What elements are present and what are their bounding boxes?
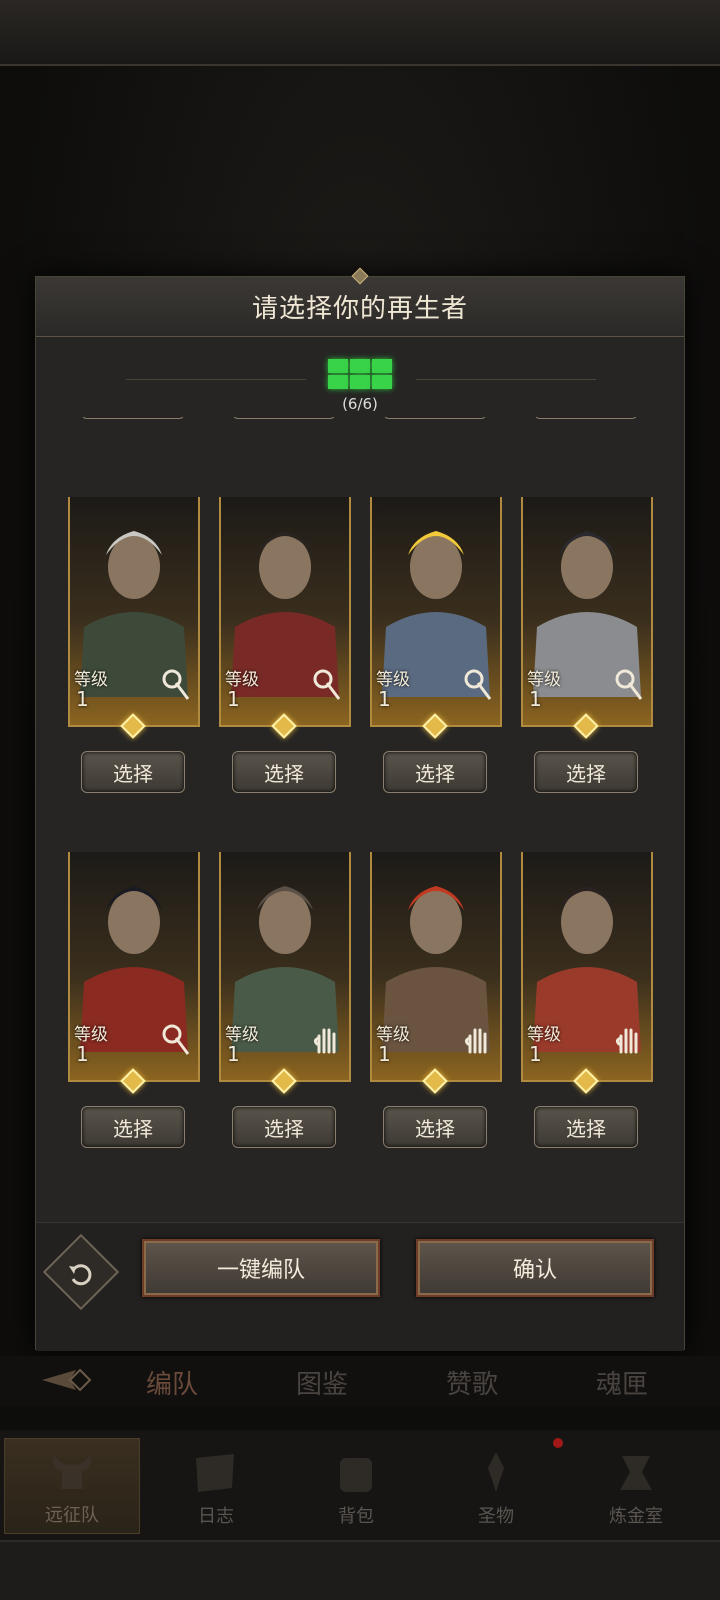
- divider-left: [126, 379, 306, 380]
- hero-slot[interactable]: 等级 1 选择: [521, 497, 653, 793]
- hero-slot[interactable]: 等级 1 选择: [68, 497, 200, 793]
- hand-icon: [464, 1028, 487, 1054]
- scroll-icon: [196, 1454, 234, 1492]
- selection-counter: (6/6): [36, 359, 684, 419]
- hero-card[interactable]: 等级 1: [68, 497, 200, 727]
- hero-card[interactable]: 等级 1: [219, 497, 351, 727]
- nav-label: 炼金室: [609, 1506, 663, 1527]
- nav-label: 日志: [198, 1506, 234, 1527]
- back-arrow-icon[interactable]: [40, 1364, 104, 1396]
- nav-backpack[interactable]: 背包: [288, 1438, 424, 1534]
- notification-dot: [553, 1438, 563, 1448]
- helmet-icon: [53, 1455, 91, 1489]
- staff-icon: [162, 669, 190, 700]
- select-button[interactable]: 选择: [81, 751, 185, 793]
- hand-icon: [313, 1028, 336, 1054]
- select-button[interactable]: 选择: [81, 417, 185, 419]
- select-button[interactable]: 选择: [383, 751, 487, 793]
- hero-card[interactable]: 等级 1: [370, 497, 502, 727]
- hero-list[interactable]: 选择 选择 选择 选择 等级1选择等级1选择等级1选择等级1选择等级1选择等级1…: [36, 417, 684, 1222]
- select-button[interactable]: 选择: [232, 417, 336, 419]
- hero-card[interactable]: 等级 1: [521, 497, 653, 727]
- select-button[interactable]: 选择: [534, 417, 638, 419]
- nav-journal[interactable]: 日志: [148, 1438, 284, 1534]
- nav-relics[interactable]: 圣物: [428, 1438, 564, 1534]
- confirm-button[interactable]: 确认: [416, 1239, 654, 1297]
- hero-slot[interactable]: 等级 1 选择: [68, 852, 200, 1148]
- level-value: 1: [529, 1042, 542, 1066]
- partial-hero-row: 选择 选择 选择 选择: [36, 417, 684, 427]
- bag-icon: [340, 1458, 372, 1492]
- bottom-navigation: 远征队 日志 背包 圣物 炼金室: [0, 1430, 720, 1540]
- dialog-title: 请选择你的再生者: [251, 294, 468, 324]
- select-button[interactable]: 选择: [383, 417, 487, 419]
- staff-icon: [615, 669, 643, 700]
- tab-soul-box[interactable]: 魂匣: [596, 1364, 648, 1401]
- dialog-header: 请选择你的再生者: [36, 267, 684, 337]
- tab-codex[interactable]: 图鉴: [296, 1364, 348, 1401]
- nav-label: 背包: [338, 1506, 374, 1527]
- level-value: 1: [76, 687, 89, 711]
- hero-slot[interactable]: 等级 1 选择: [370, 852, 502, 1148]
- hero-slot[interactable]: 等级 1 选择: [219, 497, 351, 793]
- hero-card[interactable]: 等级 1: [370, 852, 502, 1082]
- select-button[interactable]: 选择: [232, 1106, 336, 1148]
- level-value: 1: [227, 687, 240, 711]
- auto-team-button[interactable]: 一键编队: [142, 1239, 380, 1297]
- hero-slot[interactable]: 等级 1 选择: [370, 497, 502, 793]
- staff-icon: [313, 669, 341, 700]
- hero-slot[interactable]: 等级 1 选择: [521, 852, 653, 1148]
- hero-card[interactable]: 等级 1: [68, 852, 200, 1082]
- footer-bar: [0, 1540, 720, 1600]
- tab-team[interactable]: 编队: [146, 1364, 198, 1401]
- level-value: 1: [76, 1042, 89, 1066]
- select-button[interactable]: 选择: [534, 1106, 638, 1148]
- hero-card[interactable]: 等级 1: [219, 852, 351, 1082]
- team-slots-icon: [326, 359, 396, 395]
- level-value: 1: [529, 687, 542, 711]
- nav-expedition[interactable]: 远征队: [4, 1438, 140, 1534]
- relic-icon: [488, 1452, 504, 1492]
- nav-alchemy[interactable]: 炼金室: [568, 1438, 704, 1534]
- sub-tabs: 编队 图鉴 赞歌 魂匣: [0, 1356, 720, 1406]
- nav-label: 圣物: [478, 1506, 514, 1527]
- undo-icon: [69, 1264, 92, 1286]
- nav-label: 远征队: [45, 1505, 99, 1526]
- top-bar: [0, 0, 720, 66]
- alchemy-icon: [620, 1456, 652, 1490]
- hand-icon: [615, 1028, 638, 1054]
- select-button[interactable]: 选择: [383, 1106, 487, 1148]
- level-value: 1: [378, 687, 391, 711]
- select-button[interactable]: 选择: [81, 1106, 185, 1148]
- select-button[interactable]: 选择: [534, 751, 638, 793]
- level-value: 1: [378, 1042, 391, 1066]
- divider-right: [416, 379, 596, 380]
- selection-count: (6/6): [342, 395, 378, 413]
- tab-hymn[interactable]: 赞歌: [446, 1364, 498, 1401]
- hero-select-dialog: 请选择你的再生者 (6/6) 选择 选择 选择 选择 等级1选择等级1选择等级1…: [35, 267, 685, 1351]
- dialog-actions: 一键编队 确认: [36, 1222, 684, 1351]
- level-value: 1: [227, 1042, 240, 1066]
- staff-icon: [162, 1024, 190, 1055]
- select-button[interactable]: 选择: [232, 751, 336, 793]
- hero-card[interactable]: 等级 1: [521, 852, 653, 1082]
- hero-slot[interactable]: 等级 1 选择: [219, 852, 351, 1148]
- staff-icon: [464, 669, 492, 700]
